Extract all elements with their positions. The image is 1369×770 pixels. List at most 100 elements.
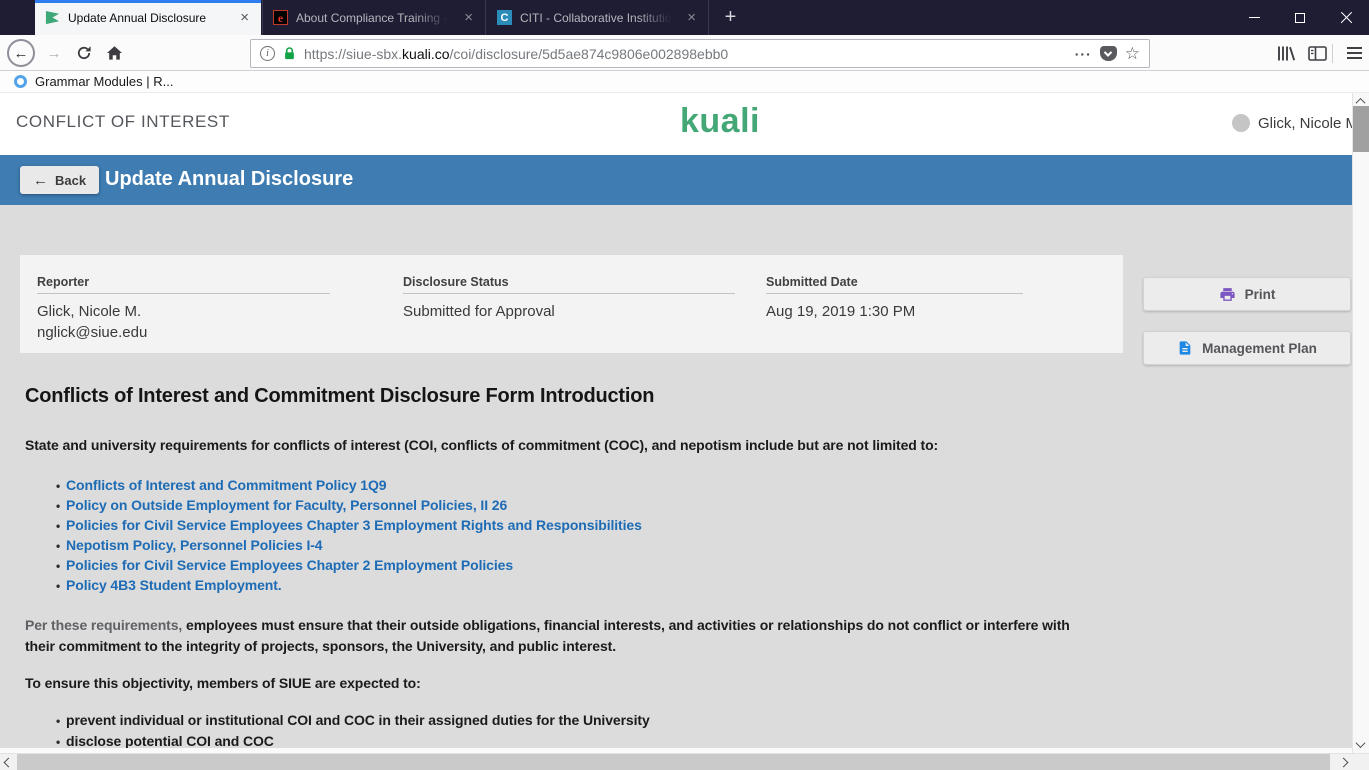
list-item: • Policy 4B3 Student Employment.	[25, 577, 642, 597]
library-button[interactable]	[1272, 39, 1300, 67]
print-button[interactable]: Print	[1143, 277, 1351, 311]
forward-button[interactable]: →	[40, 39, 68, 67]
reload-icon	[76, 45, 92, 61]
back-button-page[interactable]: ← Back	[20, 166, 99, 194]
page-viewport: CONFLICT OF INTEREST kuali Glick, Nicole…	[0, 93, 1352, 753]
policy-link[interactable]: Nepotism Policy, Personnel Policies I-4	[66, 537, 322, 553]
avatar	[1232, 114, 1250, 132]
compliance-e-favicon-icon: e	[273, 10, 288, 25]
chevron-right-icon	[1339, 758, 1349, 768]
policy-link[interactable]: Policy on Outside Employment for Faculty…	[66, 497, 507, 513]
policy-link[interactable]: Policies for Civil Service Employees Cha…	[66, 517, 642, 533]
policy-link-list: • Conflicts of Interest and Commitment P…	[25, 477, 642, 597]
policy-link[interactable]: Policy 4B3 Student Employment.	[66, 577, 282, 593]
sidebar-icon	[1308, 46, 1327, 61]
pocket-icon[interactable]	[1100, 46, 1117, 61]
printer-icon	[1219, 286, 1236, 303]
back-button-label: Back	[55, 173, 86, 188]
maximize-icon	[1295, 13, 1305, 23]
minimize-button[interactable]	[1231, 0, 1277, 35]
kuali-logo: kuali	[680, 102, 760, 141]
tab-citi[interactable]: C CITI - Collaborative Institutiona ×	[487, 0, 709, 35]
page-actions-icon[interactable]: ···	[1075, 46, 1092, 62]
scroll-left-button[interactable]	[0, 754, 17, 770]
tab-title: Update Annual Disclosure	[68, 11, 230, 25]
browser-window: Update Annual Disclosure × e About Compl…	[0, 0, 1369, 770]
management-plan-button-label: Management Plan	[1202, 341, 1317, 356]
bookmark-favicon-icon	[14, 75, 27, 88]
back-button[interactable]: ←	[7, 39, 35, 67]
list-item: • prevent individual or institutional CO…	[25, 712, 650, 733]
horizontal-scrollbar-thumb[interactable]	[17, 754, 1330, 770]
vertical-scrollbar[interactable]	[1352, 93, 1369, 753]
field-value: Submitted for Approval	[403, 302, 735, 322]
url-subdomain: https://siue-sbx.	[304, 46, 402, 62]
menu-button[interactable]	[1340, 39, 1368, 67]
page-title: Update Annual Disclosure	[105, 168, 353, 191]
expectation-text: prevent individual or institutional COI …	[66, 712, 650, 728]
tab-update-annual-disclosure[interactable]: Update Annual Disclosure ×	[35, 0, 261, 35]
summary-field-disclosure-status: Disclosure Status Submitted for Approval	[403, 275, 735, 322]
list-item: • Policy on Outside Employment for Facul…	[25, 497, 642, 517]
summary-field-submitted-date: Submitted Date Aug 19, 2019 1:30 PM	[766, 275, 1023, 322]
url-bar[interactable]: i https://siue-sbx.kuali.co/coi/disclosu…	[250, 39, 1150, 68]
tab-title: CITI - Collaborative Institutiona	[520, 11, 677, 25]
policy-link[interactable]: Conflicts of Interest and Commitment Pol…	[66, 477, 386, 493]
policy-link[interactable]: Policies for Civil Service Employees Cha…	[66, 557, 513, 573]
scroll-down-button[interactable]	[1352, 736, 1369, 753]
close-tab-icon[interactable]: ×	[238, 10, 251, 25]
bullet-icon: •	[56, 714, 66, 728]
page-info-icon[interactable]: i	[260, 46, 275, 61]
field-label: Disclosure Status	[403, 275, 735, 294]
product-title: CONFLICT OF INTEREST	[16, 112, 230, 132]
vertical-scrollbar-thumb[interactable]	[1353, 106, 1369, 152]
section-heading: Conflicts of Interest and Commitment Dis…	[25, 385, 654, 408]
intro-paragraph: State and university requirements for co…	[25, 437, 938, 453]
app-header: CONFLICT OF INTEREST kuali Glick, Nicole…	[0, 93, 1352, 155]
close-tab-icon[interactable]: ×	[462, 10, 475, 25]
bookmark-item[interactable]: Grammar Modules | R...	[35, 74, 173, 89]
list-item: • Nepotism Policy, Personnel Policies I-…	[25, 537, 642, 557]
tab-bar: Update Annual Disclosure × e About Compl…	[0, 0, 1369, 35]
horizontal-scrollbar[interactable]	[0, 753, 1369, 770]
field-value: Glick, Nicole M.	[37, 302, 330, 322]
management-plan-button[interactable]: Management Plan	[1143, 331, 1351, 365]
new-tab-button[interactable]: +	[716, 3, 745, 32]
close-tab-icon[interactable]: ×	[685, 10, 698, 25]
scroll-right-button[interactable]	[1335, 754, 1352, 770]
url-path: /coi/disclosure/5d5ae874c9806e002898ebb0	[450, 46, 729, 62]
summary-field-reporter: Reporter Glick, Nicole M. nglick@siue.ed…	[37, 275, 330, 343]
bullet-icon: •	[56, 579, 66, 593]
minimize-icon	[1249, 17, 1260, 19]
print-button-label: Print	[1245, 287, 1276, 302]
navigation-toolbar: ← → i https://siue-sbx.kuali.co/coi/disc…	[0, 35, 1369, 71]
library-icon	[1276, 45, 1296, 62]
sidebar-toggle-button[interactable]	[1303, 39, 1331, 67]
requirements-paragraph: Per these requirements, employees must e…	[25, 615, 1080, 657]
tab-about-compliance-training[interactable]: e About Compliance Training - In ×	[262, 0, 486, 35]
maximize-button[interactable]	[1277, 0, 1323, 35]
document-icon	[1177, 340, 1193, 356]
page-title-bar: ← Back Update Annual Disclosure	[0, 155, 1352, 205]
kuali-favicon-icon	[45, 10, 60, 25]
reload-button[interactable]	[70, 39, 98, 67]
bullet-icon: •	[56, 559, 66, 573]
https-lock-icon[interactable]	[283, 46, 296, 61]
bullet-icon: •	[56, 499, 66, 513]
field-label: Reporter	[37, 275, 330, 294]
user-name: Glick, Nicole M.	[1258, 115, 1352, 132]
url-text: https://siue-sbx.kuali.co/coi/disclosure…	[304, 46, 728, 62]
list-item: • Conflicts of Interest and Commitment P…	[25, 477, 642, 497]
home-button[interactable]	[100, 39, 128, 67]
bullet-icon: •	[56, 479, 66, 493]
chevron-left-icon	[4, 758, 14, 768]
disclosure-summary-panel: Reporter Glick, Nicole M. nglick@siue.ed…	[20, 255, 1123, 353]
window-controls	[1231, 0, 1369, 35]
field-label: Submitted Date	[766, 275, 1023, 294]
bookmark-star-icon[interactable]: ☆	[1125, 45, 1140, 62]
requirements-lead: Per these requirements,	[25, 617, 182, 633]
close-window-button[interactable]	[1323, 0, 1369, 35]
pocket-chevron-icon	[1104, 48, 1112, 56]
url-domain: kuali.co	[402, 46, 449, 62]
user-menu[interactable]: Glick, Nicole M.	[1232, 114, 1352, 132]
